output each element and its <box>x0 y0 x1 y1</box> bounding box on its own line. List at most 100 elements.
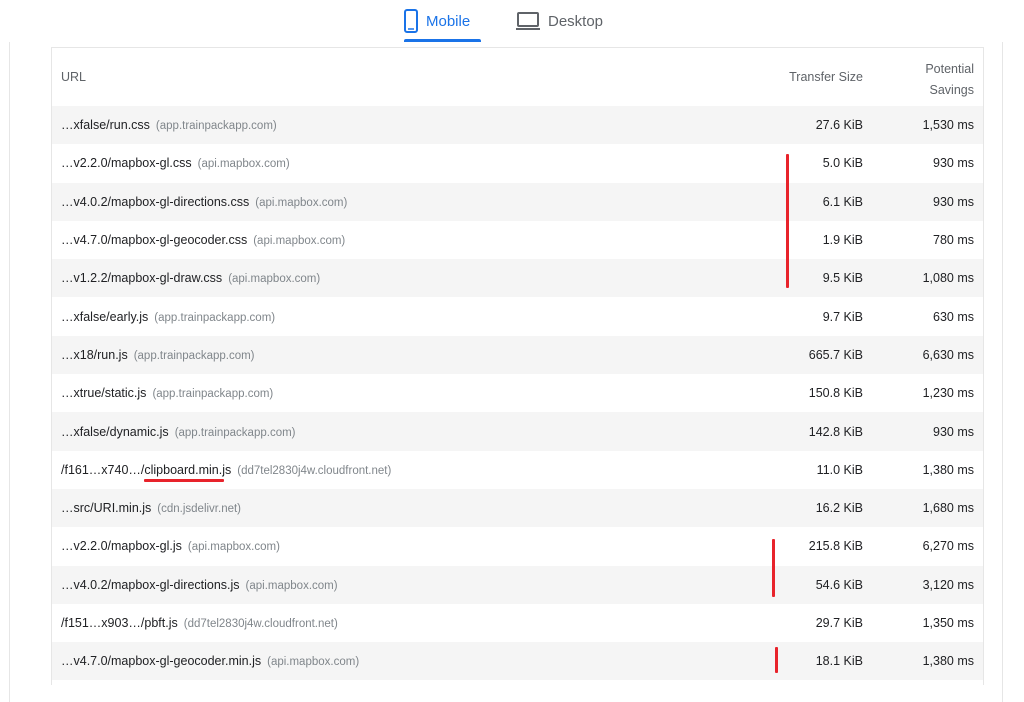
cell-url: …v2.2.0/mapbox-gl.js (api.mapbox.com) <box>61 539 280 553</box>
cell-transfer-size: 215.8 KiB <box>808 539 863 554</box>
cell-potential-savings: 630 ms <box>933 309 974 324</box>
resource-host: (app.trainpackapp.com) <box>133 349 255 362</box>
table-row: …x18/run.js (app.trainpackapp.com) 665.7 K… <box>52 335 983 375</box>
cell-url: …v4.7.0/mapbox-gl-geocoder.css (api.mapbo… <box>61 233 345 247</box>
cell-url: …xtrue/static.js (app.trainpackapp.com) <box>61 386 273 400</box>
header-savings-line2: Savings <box>929 83 974 97</box>
header-potential-savings: Potential Savings <box>904 59 974 101</box>
cell-transfer-size: 9.5 KiB <box>822 271 863 286</box>
cell-url: …v2.2.0/mapbox-gl.css (api.mapbox.com) <box>61 156 290 170</box>
tab-mobile[interactable]: Mobile <box>404 0 481 42</box>
cell-transfer-size: 16.2 KiB <box>815 501 863 516</box>
resource-host: (dd7tel2830j4w.cloudfront.net) <box>183 618 338 630</box>
table-row: …v4.0.2/mapbox-gl-directions.css (api.map… <box>52 182 983 221</box>
resource-path-link[interactable]: …v4.7.0/mapbox-gl-geocoder.css <box>61 233 247 247</box>
resource-path-link[interactable]: …v4.0.2/mapbox-gl-directions.js <box>61 578 240 592</box>
resource-path-link[interactable]: …v2.2.0/mapbox-gl.js <box>61 539 182 553</box>
table-row: …xtrue/static.js (app.trainpackapp.com) 15… <box>52 374 983 412</box>
resource-path-link[interactable]: …v1.2.2/mapbox-gl-draw.css <box>61 271 222 285</box>
resource-host: (api.mapbox.com) <box>228 273 321 286</box>
resource-host: (api.mapbox.com) <box>253 235 346 248</box>
table-row: …v1.2.2/mapbox-gl-draw.css (api.mapbox.co… <box>52 259 983 298</box>
tab-desktop[interactable]: Desktop <box>516 0 603 42</box>
cell-url: …xfalse/early.js (app.trainpackapp.com) <box>61 310 275 324</box>
resource-path-link[interactable]: …xfalse/early.js <box>61 310 148 324</box>
resource-path-link[interactable]: …v4.0.2/mapbox-gl-directions.css <box>61 195 249 209</box>
table-row: …v4.0.2/mapbox-gl-directions.js (api.mapb… <box>52 565 983 604</box>
cell-url: …v4.0.2/mapbox-gl-directions.js (api.mapb… <box>61 578 338 592</box>
header-transfer-size: Transfer Size <box>789 70 863 84</box>
header-url: URL <box>61 70 87 84</box>
cell-potential-savings: 1,680 ms <box>922 501 974 516</box>
cell-url: …v1.2.2/mapbox-gl-draw.css (api.mapbox.co… <box>61 271 320 285</box>
cell-potential-savings: 1,230 ms <box>922 386 974 401</box>
cell-url: …x18/run.js (app.trainpackapp.com) <box>61 348 255 362</box>
annotation-mark <box>786 154 789 288</box>
annotation-underline <box>144 479 224 482</box>
cell-transfer-size: 665.7 KiB <box>808 347 863 362</box>
cell-potential-savings: 6,270 ms <box>922 539 974 554</box>
cell-potential-savings: 1,080 ms <box>922 271 974 286</box>
resource-host: (app.trainpackapp.com) <box>152 388 274 401</box>
resource-path-link[interactable]: …xfalse/run.css <box>61 118 150 132</box>
resources-table: URL Transfer Size Potential Savings …xfa… <box>51 47 984 685</box>
resource-host: (app.trainpackapp.com) <box>155 120 277 133</box>
table-row: …xfalse/run.css (app.trainpackapp.com) 27.… <box>52 106 983 145</box>
cell-url: …xfalse/dynamic.js (app.trainpackapp.com) <box>61 425 296 439</box>
cell-url: …src/URI.min.js (cdn.jsdelivr.net) <box>61 501 241 515</box>
cell-potential-savings: 930 ms <box>933 156 974 171</box>
table-row: …xfalse/early.js (app.trainpackapp.com) 9.… <box>52 297 983 335</box>
resource-path-link[interactable]: …v2.2.0/mapbox-gl.css <box>61 156 192 170</box>
resource-host: (app.trainpackapp.com) <box>174 426 296 439</box>
table-row: …v2.2.0/mapbox-gl.css (api.mapbox.com) 5.0… <box>52 144 983 182</box>
cell-transfer-size: 150.8 KiB <box>808 386 863 401</box>
resource-path-link[interactable]: …xtrue/static.js <box>61 386 146 400</box>
resource-host: (app.trainpackapp.com) <box>154 311 276 324</box>
resource-host: (api.mapbox.com) <box>245 579 338 592</box>
tab-desktop-label: Desktop <box>548 12 604 30</box>
annotation-mark <box>775 647 778 673</box>
table-body: …xfalse/run.css (app.trainpackapp.com) 27.… <box>52 106 983 681</box>
cell-potential-savings: 930 ms <box>933 194 974 209</box>
resource-path-link[interactable]: /f151…x903…/pbft.js <box>61 616 178 630</box>
cell-transfer-size: 5.0 KiB <box>822 156 863 171</box>
cell-potential-savings: 930 ms <box>933 424 974 439</box>
cell-potential-savings: 3,120 ms <box>922 577 974 592</box>
resource-host: (api.mapbox.com) <box>197 158 290 171</box>
annotation-mark <box>772 539 775 597</box>
resource-path-link[interactable]: …xfalse/dynamic.js <box>61 425 169 439</box>
resource-host: (dd7tel2830j4w.cloudfront.net) <box>237 464 392 477</box>
cell-url: …xfalse/run.css (app.trainpackapp.com) <box>61 118 277 132</box>
cell-transfer-size: 27.6 KiB <box>815 118 863 133</box>
cell-transfer-size: 11.0 KiB <box>816 462 863 477</box>
table-row: …v4.7.0/mapbox-gl-geocoder.css (api.mapbo… <box>52 221 983 259</box>
cell-transfer-size: 9.7 KiB <box>822 309 863 324</box>
cell-url: …v4.7.0/mapbox-gl-geocoder.min.js (api.ma… <box>61 654 359 668</box>
cell-transfer-size: 29.7 KiB <box>815 616 863 630</box>
cell-potential-savings: 6,630 ms <box>922 347 974 362</box>
resource-path-link[interactable]: /f161…x740…/clipboard.min.js <box>61 463 231 477</box>
cell-url: …v4.0.2/mapbox-gl-directions.css (api.map… <box>61 195 347 209</box>
table-row: …v2.2.0/mapbox-gl.js (api.mapbox.com) 215.… <box>52 527 983 565</box>
phone-icon <box>404 9 418 33</box>
resource-path-link[interactable]: …x18/run.js <box>61 348 128 362</box>
cell-transfer-size: 54.6 KiB <box>815 577 863 592</box>
resource-path-link[interactable]: …src/URI.min.js <box>61 501 151 515</box>
cell-potential-savings: 780 ms <box>933 233 974 248</box>
cell-url: /f161…x740…/clipboard.min.js (dd7tel2830j… <box>61 463 391 477</box>
resource-host: (cdn.jsdelivr.net) <box>157 503 242 516</box>
cell-transfer-size: 18.1 KiB <box>815 654 863 669</box>
tab-mobile-label: Mobile <box>426 12 471 30</box>
resource-host: (api.mapbox.com) <box>255 196 348 209</box>
device-tabs: Mobile Desktop <box>0 0 1024 42</box>
monitor-icon <box>516 11 540 31</box>
cell-potential-savings: 1,350 ms <box>922 616 974 630</box>
table-row: …v4.7.0/mapbox-gl-geocoder.min.js (api.ma… <box>52 642 983 681</box>
cell-potential-savings: 1,530 ms <box>922 118 974 133</box>
cell-transfer-size: 6.1 KiB <box>822 194 863 209</box>
table-row: …xfalse/dynamic.js (app.trainpackapp.com)… <box>52 412 983 451</box>
resource-host: (api.mapbox.com) <box>187 541 280 554</box>
cell-potential-savings: 1,380 ms <box>922 654 974 669</box>
header-savings-line1: Potential <box>925 62 974 76</box>
resource-path-link[interactable]: …v4.7.0/mapbox-gl-geocoder.min.js <box>61 654 261 668</box>
